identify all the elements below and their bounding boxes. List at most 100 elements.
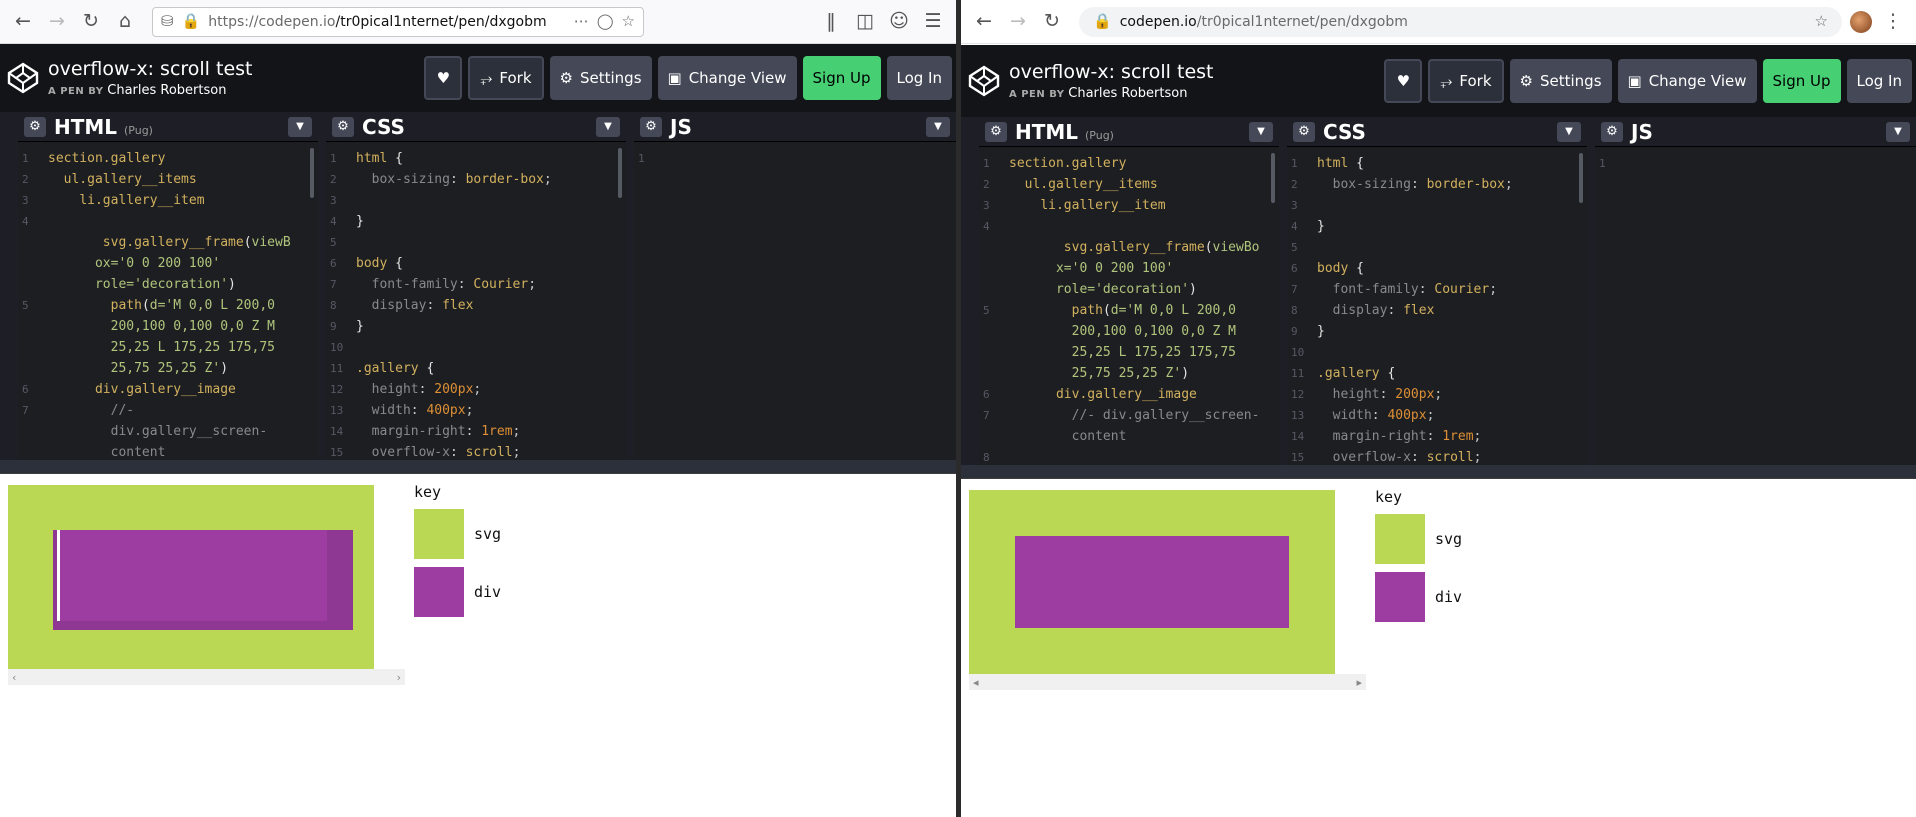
browser-toolbar: ← → ↻ ⌂ ⛁ 🔒 https://codepen.io/tr0pical1… <box>0 0 956 44</box>
fork-icon: ⥅ <box>1440 72 1453 90</box>
fork-button[interactable]: ⥅ Fork <box>468 56 544 100</box>
codepen-header: overflow-x: scroll test A PEN BY Charles… <box>961 45 1916 117</box>
address-bar[interactable]: 🔒 codepen.io/tr0pical1nternet/pen/dxgobm… <box>1079 6 1842 37</box>
horizontal-scrollbar[interactable]: ◂ ▸ <box>969 674 1366 690</box>
preview-frame: ‹ › key svg div <box>0 475 956 817</box>
log-in-button[interactable]: Log In <box>886 56 952 100</box>
scrollbar[interactable] <box>618 148 622 198</box>
reload-icon[interactable]: ↻ <box>78 9 104 35</box>
gear-icon[interactable]: ⚙ <box>640 116 662 137</box>
log-in-button[interactable]: Log In <box>1846 59 1912 103</box>
firefox-window: ← → ↻ ⌂ ⛁ 🔒 https://codepen.io/tr0pical1… <box>0 0 956 817</box>
browser-toolbar: ← → ↻ 🔒 codepen.io/tr0pical1nternet/pen/… <box>961 0 1916 44</box>
change-view-button[interactable]: ▣ Change View <box>657 56 797 100</box>
svg-frame <box>969 490 1335 674</box>
gear-icon[interactable]: ⚙ <box>985 121 1007 142</box>
codepen-header: overflow-x: scroll test A PEN BY Charles… <box>0 44 956 112</box>
editor-area: ⚙ HTML (Pug) ▼ 1 section.gallery 2 ul.galle… <box>0 112 956 460</box>
back-icon[interactable]: ← <box>10 9 36 35</box>
forward-icon[interactable]: → <box>44 9 70 35</box>
pocket-icon[interactable]: ◯ <box>597 14 614 29</box>
chevron-down-icon[interactable]: ▼ <box>1557 121 1581 142</box>
scrollbar[interactable] <box>1579 153 1583 203</box>
pane-title-html: HTML (Pug) <box>54 114 153 139</box>
codepen-logo-icon[interactable] <box>967 64 1001 98</box>
avatar[interactable] <box>1850 10 1872 33</box>
html-code[interactable]: 1 section.gallery 2 ul.gallery__items 3 l… <box>979 147 1279 465</box>
bookmark-star-icon[interactable]: ☆ <box>622 14 635 29</box>
pane-title-js: JS <box>1631 119 1653 144</box>
kebab-menu-icon[interactable]: ⋮ <box>1880 9 1906 35</box>
css-pane[interactable]: ⚙ CSS ▼ 1 html { 2 box-sizing: border-box; … <box>326 112 626 460</box>
js-code[interactable]: 1 <box>634 142 956 169</box>
js-code[interactable]: 1 <box>1595 147 1916 174</box>
css-code[interactable]: 1 html { 2 box-sizing: border-box; 3 4} 5… <box>326 142 626 460</box>
html-pane[interactable]: ⚙ HTML (Pug) ▼ 1 section.gallery 2 ul.galle… <box>18 112 318 460</box>
svg-swatch <box>1375 514 1425 564</box>
resize-gutter[interactable] <box>961 465 1916 479</box>
div-swatch <box>414 567 464 617</box>
pane-title-js: JS <box>670 114 692 139</box>
css-code[interactable]: 1 html { 2 box-sizing: border-box; 3 4} 5… <box>1287 147 1587 465</box>
library-icon[interactable]: ‖ <box>818 9 844 35</box>
gear-icon[interactable]: ⚙ <box>1293 121 1315 142</box>
css-pane[interactable]: ⚙ CSS ▼ 1 html { 2 box-sizing: border-box; … <box>1287 117 1587 465</box>
chevron-down-icon[interactable]: ▼ <box>288 116 312 137</box>
key-title: key <box>414 483 442 501</box>
scroll-left-icon[interactable]: ‹ <box>12 671 16 684</box>
div-image <box>57 530 327 621</box>
scroll-left-icon[interactable]: ◂ <box>973 676 979 689</box>
html-code[interactable]: 1 section.gallery 2 ul.gallery__items 3 l… <box>18 142 318 460</box>
shield-icon[interactable]: ⛁ <box>161 14 174 29</box>
more-icon[interactable]: ⋯ <box>574 14 589 29</box>
html-pane[interactable]: ⚙ HTML (Pug) ▼ 1 section.gallery 2 ul.galle… <box>979 117 1279 465</box>
fork-icon: ⥅ <box>480 69 493 87</box>
pane-title-css: CSS <box>1323 119 1366 144</box>
change-view-button[interactable]: ▣ Change View <box>1617 59 1757 103</box>
editor-area: ⚙ HTML (Pug) ▼ 1 section.gallery 2 ul.galle… <box>961 117 1916 465</box>
codepen-logo-icon[interactable] <box>6 61 40 95</box>
sign-up-button[interactable]: Sign Up <box>802 56 881 100</box>
chevron-down-icon[interactable]: ▼ <box>926 116 950 137</box>
chevron-down-icon[interactable]: ▼ <box>1886 121 1910 142</box>
settings-button[interactable]: ⚙ Settings <box>549 56 652 100</box>
div-swatch <box>1375 572 1425 622</box>
pen-title[interactable]: overflow-x: scroll test <box>1009 61 1384 83</box>
gear-icon[interactable]: ⚙ <box>332 116 354 137</box>
sign-up-button[interactable]: Sign Up <box>1762 59 1841 103</box>
lock-icon[interactable]: 🔒 <box>182 14 201 29</box>
scroll-right-icon[interactable]: ▸ <box>1356 676 1362 689</box>
scrollbar[interactable] <box>1271 153 1275 203</box>
url-text: https://codepen.io/tr0pical1nternet/pen/… <box>208 13 547 30</box>
pen-title[interactable]: overflow-x: scroll test <box>48 58 424 80</box>
sidebar-icon[interactable]: ◫ <box>852 9 878 35</box>
chevron-down-icon[interactable]: ▼ <box>1249 121 1273 142</box>
svg-frame <box>8 485 374 669</box>
pen-author: A PEN BY Charles Robertson <box>1009 86 1188 101</box>
menu-icon[interactable]: ☰ <box>920 9 946 35</box>
js-pane[interactable]: ⚙ JS ▼ 1 <box>634 112 956 460</box>
back-icon[interactable]: ← <box>971 9 997 35</box>
heart-button[interactable]: ♥ <box>424 56 463 100</box>
reload-icon[interactable]: ↻ <box>1039 9 1065 35</box>
bookmark-star-icon[interactable]: ☆ <box>1815 14 1828 29</box>
settings-button[interactable]: ⚙ Settings <box>1509 59 1612 103</box>
scroll-right-icon[interactable]: › <box>397 671 401 684</box>
address-bar[interactable]: ⛁ 🔒 https://codepen.io/tr0pical1nternet/… <box>152 6 644 37</box>
fork-button[interactable]: ⥅ Fork <box>1428 59 1504 103</box>
url-text: codepen.io/tr0pical1nternet/pen/dxgobm <box>1119 13 1408 30</box>
forward-icon[interactable]: → <box>1005 9 1031 35</box>
lock-icon[interactable]: 🔒 <box>1093 14 1112 29</box>
home-icon[interactable]: ⌂ <box>112 9 138 35</box>
chevron-down-icon[interactable]: ▼ <box>596 116 620 137</box>
heart-button[interactable]: ♥ <box>1384 59 1423 103</box>
js-pane[interactable]: ⚙ JS ▼ 1 <box>1595 117 1916 465</box>
account-icon[interactable]: ☺ <box>886 9 912 35</box>
horizontal-scrollbar[interactable]: ‹ › <box>8 669 405 685</box>
gear-icon[interactable]: ⚙ <box>24 116 46 137</box>
key-legend: key svg div <box>414 483 501 617</box>
heart-icon: ♥ <box>1396 72 1411 90</box>
scrollbar[interactable] <box>310 148 314 198</box>
resize-gutter[interactable] <box>0 460 956 474</box>
gear-icon[interactable]: ⚙ <box>1601 121 1623 142</box>
